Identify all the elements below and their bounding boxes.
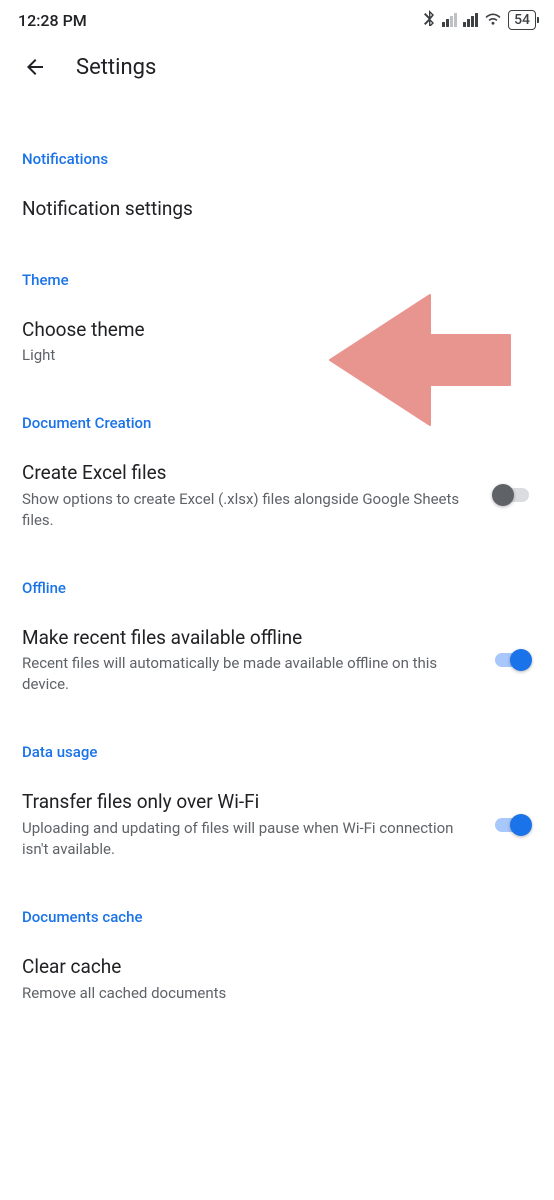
wifi-only-toggle[interactable] (492, 813, 532, 837)
choose-theme-item[interactable]: Choose theme Light (22, 317, 532, 367)
section-header-notifications: Notifications (22, 150, 532, 168)
section-offline: Offline Make recent files available offl… (0, 579, 554, 696)
section-header-offline: Offline (22, 579, 532, 597)
section-header-document-creation: Document Creation (22, 414, 532, 432)
create-excel-item[interactable]: Create Excel files Show options to creat… (22, 460, 532, 531)
choose-theme-subtitle: Light (22, 345, 512, 366)
status-icons: 54 (422, 10, 536, 30)
signal-bars-1-icon (442, 13, 457, 27)
back-button[interactable] (22, 54, 48, 80)
create-excel-subtitle: Show options to create Excel (.xlsx) fil… (22, 489, 472, 531)
create-excel-toggle[interactable] (492, 483, 532, 507)
choose-theme-title: Choose theme (22, 317, 512, 344)
wifi-only-title: Transfer files only over Wi-Fi (22, 789, 472, 816)
wifi-only-subtitle: Uploading and updating of files will pau… (22, 818, 472, 860)
wifi-icon (484, 11, 502, 29)
wifi-only-item[interactable]: Transfer files only over Wi-Fi Uploading… (22, 789, 532, 860)
section-header-theme: Theme (22, 271, 532, 289)
status-bar: 12:28 PM 54 (0, 0, 554, 40)
page-title: Settings (76, 55, 156, 80)
section-theme: Theme Choose theme Light (0, 271, 554, 367)
section-documents-cache: Documents cache Clear cache Remove all c… (0, 908, 554, 1004)
section-data-usage: Data usage Transfer files only over Wi-F… (0, 743, 554, 860)
clear-cache-item[interactable]: Clear cache Remove all cached documents (22, 954, 532, 1004)
section-notifications: Notifications Notification settings (0, 150, 554, 223)
offline-files-title: Make recent files available offline (22, 625, 472, 652)
offline-files-item[interactable]: Make recent files available offline Rece… (22, 625, 532, 696)
battery-icon: 54 (508, 10, 536, 30)
notification-settings-title: Notification settings (22, 196, 512, 223)
status-time: 12:28 PM (18, 11, 87, 30)
offline-files-toggle[interactable] (492, 648, 532, 672)
section-header-data-usage: Data usage (22, 743, 532, 761)
arrow-back-icon (23, 55, 47, 79)
notification-settings-item[interactable]: Notification settings (22, 196, 532, 223)
signal-bars-2-icon (463, 13, 478, 27)
section-document-creation: Document Creation Create Excel files Sho… (0, 414, 554, 531)
bluetooth-icon (422, 10, 436, 30)
section-header-documents-cache: Documents cache (22, 908, 532, 926)
clear-cache-subtitle: Remove all cached documents (22, 983, 512, 1004)
clear-cache-title: Clear cache (22, 954, 512, 981)
offline-files-subtitle: Recent files will automatically be made … (22, 653, 472, 695)
create-excel-title: Create Excel files (22, 460, 472, 487)
app-header: Settings (0, 40, 554, 100)
